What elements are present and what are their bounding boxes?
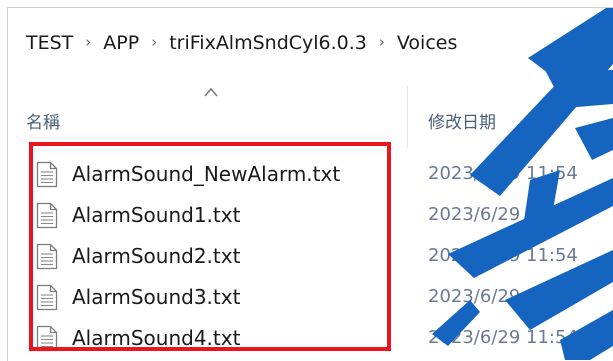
- column-header-date-modified[interactable]: 修改日期: [428, 108, 496, 133]
- file-row[interactable]: AlarmSound2.txt 2023/6/29 11:54: [8, 236, 613, 277]
- chevron-right-icon: ›: [151, 33, 158, 51]
- file-name: AlarmSound3.txt: [72, 285, 241, 309]
- column-divider[interactable]: [407, 86, 408, 148]
- file-name: AlarmSound4.txt: [72, 326, 241, 350]
- chevron-right-icon: ›: [85, 33, 92, 51]
- text-file-icon: [36, 243, 58, 270]
- breadcrumb-voices[interactable]: Voices: [397, 32, 457, 54]
- file-date-modified: 2023/6/29 11:54: [428, 286, 578, 307]
- file-date-modified: 2023/6/29 11:54: [428, 163, 578, 184]
- breadcrumb-test[interactable]: TEST: [26, 32, 73, 54]
- column-header-row: 名稱 修改日期: [8, 86, 613, 148]
- text-file-icon: [36, 284, 58, 311]
- breadcrumb-app[interactable]: APP: [103, 32, 139, 54]
- text-file-icon: [36, 202, 58, 229]
- file-name: AlarmSound_NewAlarm.txt: [72, 162, 341, 186]
- column-header-name[interactable]: 名稱: [26, 108, 60, 133]
- file-list: AlarmSound_NewAlarm.txt 2023/6/29 11:54 …: [8, 154, 613, 359]
- breadcrumb-trifixalmsndcyl[interactable]: triFixAlmSndCyl6.0.3: [169, 32, 367, 54]
- sort-ascending-icon: [204, 87, 218, 97]
- address-bar[interactable]: TEST › APP › triFixAlmSndCyl6.0.3 › Voic…: [8, 8, 613, 78]
- file-date-modified: 2023/6/29 11:54: [428, 327, 578, 348]
- file-row[interactable]: AlarmSound3.txt 2023/6/29 11:54: [8, 277, 613, 318]
- file-row[interactable]: AlarmSound1.txt 2023/6/29 11:54: [8, 195, 613, 236]
- file-row[interactable]: AlarmSound4.txt 2023/6/29 11:54: [8, 318, 613, 359]
- file-name: AlarmSound2.txt: [72, 244, 241, 268]
- chevron-right-icon: ›: [378, 33, 385, 51]
- file-date-modified: 2023/6/29 11:54: [428, 204, 578, 225]
- text-file-icon: [36, 325, 58, 352]
- explorer-window: TEST › APP › triFixAlmSndCyl6.0.3 › Voic…: [7, 7, 613, 361]
- file-name: AlarmSound1.txt: [72, 203, 241, 227]
- file-row[interactable]: AlarmSound_NewAlarm.txt 2023/6/29 11:54: [8, 154, 613, 195]
- file-date-modified: 2023/6/29 11:54: [428, 245, 578, 266]
- text-file-icon: [36, 161, 58, 188]
